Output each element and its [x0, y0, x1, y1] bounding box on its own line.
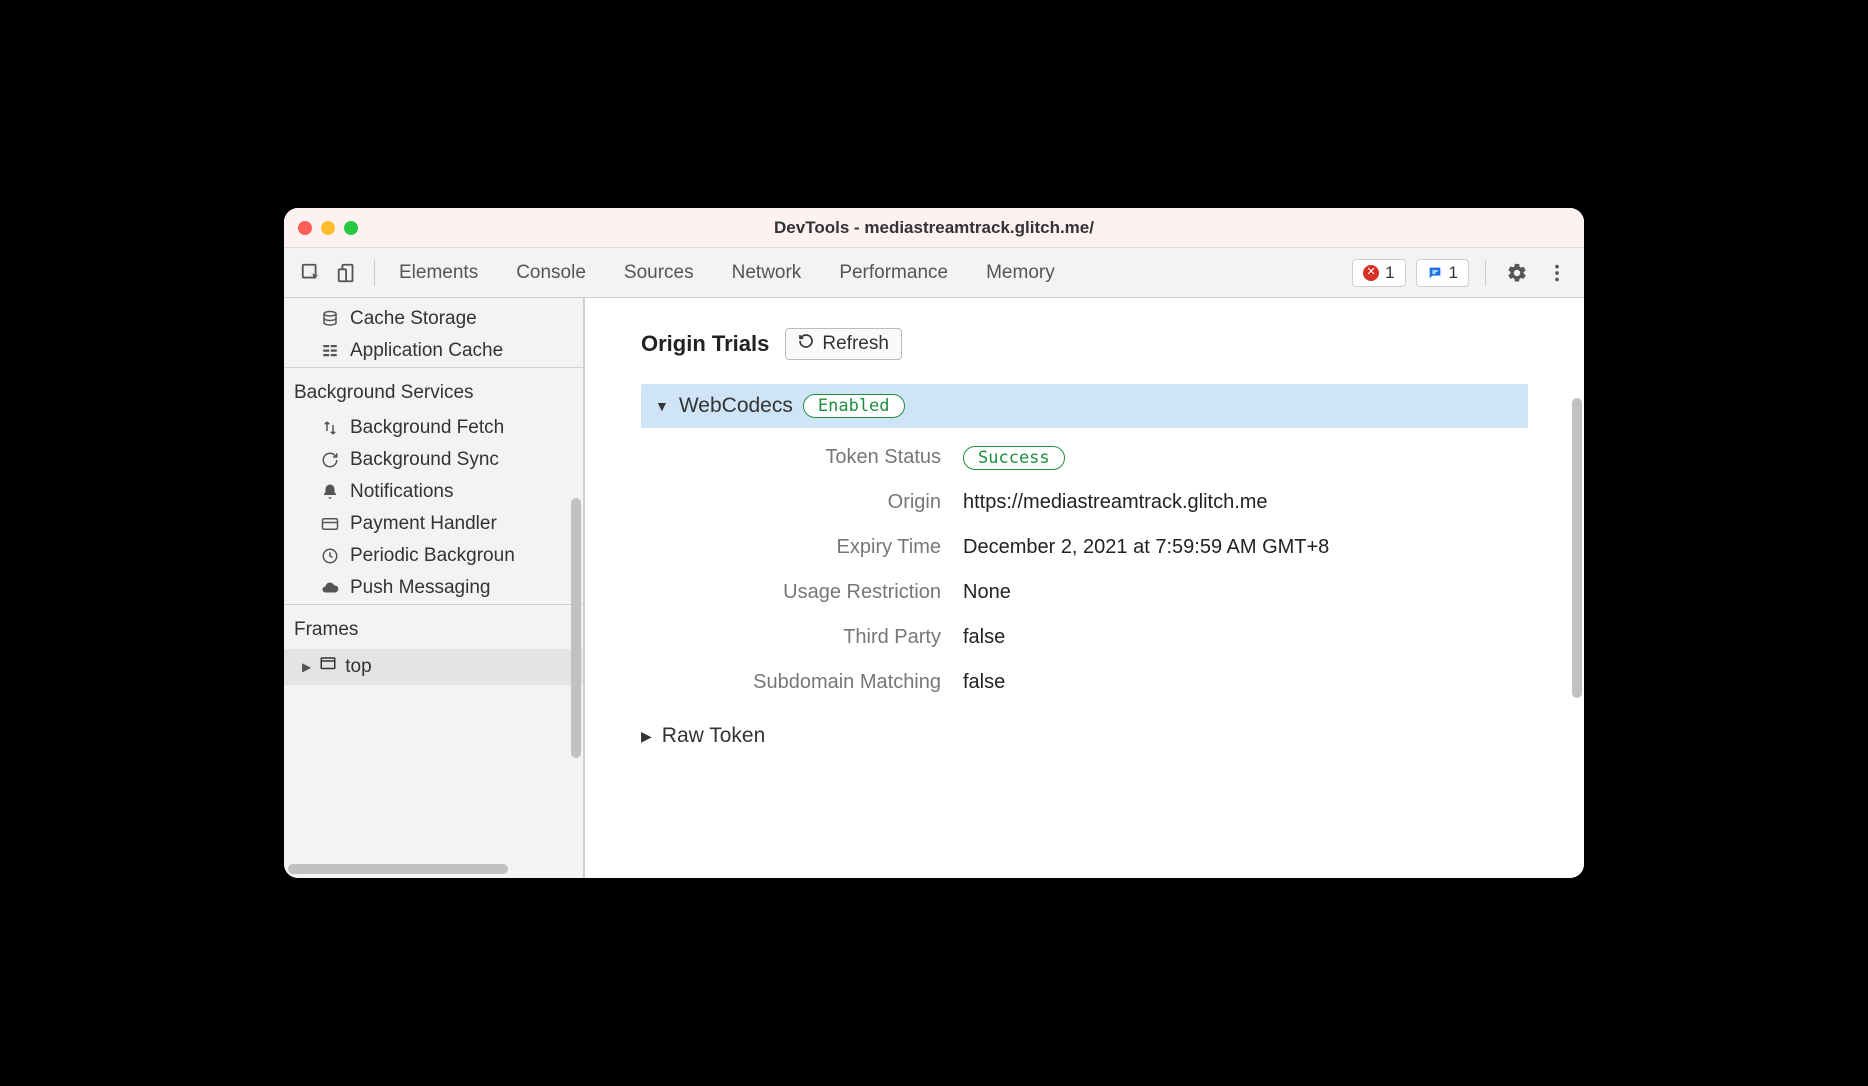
value-subdomain-matching: false	[963, 671, 1528, 694]
raw-token-row[interactable]: ▶ Raw Token	[641, 724, 1528, 748]
section-header: Origin Trials Refresh	[641, 328, 1528, 360]
label-third-party: Third Party	[651, 626, 941, 649]
refresh-button[interactable]: Refresh	[785, 328, 902, 360]
refresh-icon	[798, 333, 814, 355]
credit-card-icon	[320, 514, 340, 534]
toolbar-right: ✕ 1 1	[1352, 258, 1572, 288]
frame-icon	[319, 655, 337, 679]
token-status-badge: Success	[963, 446, 1065, 470]
value-token-status: Success	[963, 446, 1528, 469]
tab-sources[interactable]: Sources	[622, 252, 696, 294]
sidebar-item-label: Background Sync	[350, 449, 499, 471]
trial-name: WebCodecs	[679, 394, 793, 418]
sync-icon	[320, 450, 340, 470]
sidebar-item-label: top	[345, 656, 371, 678]
refresh-label: Refresh	[822, 333, 889, 355]
errors-counter[interactable]: ✕ 1	[1352, 259, 1405, 287]
grid-icon	[320, 341, 340, 361]
sidebar-group-frames: Frames ▶ top	[284, 604, 583, 685]
raw-token-label: Raw Token	[662, 724, 766, 748]
bell-icon	[320, 482, 340, 502]
sidebar-horizontal-scrollbar[interactable]	[288, 864, 508, 874]
value-third-party: false	[963, 626, 1528, 649]
trial-row-webcodecs[interactable]: ▼ WebCodecs Enabled	[641, 384, 1528, 428]
panel-tabs: Elements Console Sources Network Perform…	[397, 252, 1057, 294]
window-title: DevTools - mediastreamtrack.glitch.me/	[284, 218, 1584, 238]
minimize-window-button[interactable]	[321, 221, 335, 235]
error-icon: ✕	[1363, 265, 1379, 281]
settings-icon[interactable]	[1502, 258, 1532, 288]
sidebar-item-background-sync[interactable]: Background Sync	[284, 444, 583, 476]
sidebar-heading-frames: Frames	[284, 604, 583, 649]
device-toolbar-icon[interactable]	[332, 258, 362, 288]
sidebar-heading-background-services: Background Services	[284, 367, 583, 412]
database-icon	[320, 309, 340, 329]
issues-counter[interactable]: 1	[1416, 259, 1469, 287]
sidebar-item-label: Application Cache	[350, 340, 503, 362]
label-token-status: Token Status	[651, 446, 941, 469]
tab-console[interactable]: Console	[514, 252, 588, 294]
toolbar-separator	[1485, 260, 1486, 286]
sidebar-item-periodic-background[interactable]: Periodic Backgroun	[284, 540, 583, 572]
sidebar-group-cache: Cache Storage Application Cache	[284, 298, 583, 367]
main-scrollbar-thumb[interactable]	[1572, 398, 1582, 698]
tab-performance[interactable]: Performance	[837, 252, 950, 294]
sidebar-item-payment-handler[interactable]: Payment Handler	[284, 508, 583, 540]
sidebar-item-frame-top[interactable]: ▶ top	[284, 649, 583, 685]
toolbar-separator	[374, 260, 375, 286]
close-window-button[interactable]	[298, 221, 312, 235]
content-area: Cache Storage Application Cache Backgrou…	[284, 298, 1584, 878]
inspect-element-icon[interactable]	[296, 258, 326, 288]
trial-details-grid: Token Status Success Origin https://medi…	[651, 446, 1528, 694]
issues-count: 1	[1449, 263, 1458, 283]
devtools-window: DevTools - mediastreamtrack.glitch.me/ E…	[284, 208, 1584, 878]
label-expiry: Expiry Time	[651, 536, 941, 559]
sidebar-item-application-cache[interactable]: Application Cache	[284, 335, 583, 367]
tab-memory[interactable]: Memory	[984, 252, 1057, 294]
main-panel: Origin Trials Refresh ▼ WebCodecs Enable…	[584, 298, 1584, 878]
value-origin: https://mediastreamtrack.glitch.me	[963, 491, 1528, 514]
label-subdomain-matching: Subdomain Matching	[651, 671, 941, 694]
errors-count: 1	[1385, 263, 1394, 283]
clock-icon	[320, 546, 340, 566]
sidebar-item-label: Background Fetch	[350, 417, 504, 439]
sidebar-group-background-services: Background Services Background Fetch Bac…	[284, 367, 583, 604]
sidebar-item-label: Periodic Backgroun	[350, 545, 515, 567]
traffic-lights	[298, 221, 358, 235]
sidebar-scrollbar-thumb[interactable]	[571, 498, 581, 758]
chevron-right-icon: ▶	[302, 660, 311, 674]
cloud-icon	[320, 578, 340, 598]
value-expiry: December 2, 2021 at 7:59:59 AM GMT+8	[963, 536, 1528, 559]
chevron-right-icon: ▶	[641, 728, 652, 745]
sidebar-item-notifications[interactable]: Notifications	[284, 476, 583, 508]
section-title: Origin Trials	[641, 331, 769, 357]
sidebar-item-cache-storage[interactable]: Cache Storage	[284, 298, 583, 335]
label-usage-restriction: Usage Restriction	[651, 581, 941, 604]
sidebar-item-label: Notifications	[350, 481, 454, 503]
label-origin: Origin	[651, 491, 941, 514]
application-sidebar: Cache Storage Application Cache Backgrou…	[284, 298, 584, 878]
value-usage-restriction: None	[963, 581, 1528, 604]
chevron-down-icon: ▼	[655, 398, 669, 414]
transfer-icon	[320, 418, 340, 438]
sidebar-item-label: Push Messaging	[350, 577, 490, 599]
main-toolbar: Elements Console Sources Network Perform…	[284, 248, 1584, 298]
tab-network[interactable]: Network	[730, 252, 804, 294]
sidebar-item-push-messaging[interactable]: Push Messaging	[284, 572, 583, 604]
issue-icon	[1427, 265, 1443, 281]
more-menu-icon[interactable]	[1542, 258, 1572, 288]
sidebar-item-label: Payment Handler	[350, 513, 497, 535]
sidebar-item-background-fetch[interactable]: Background Fetch	[284, 412, 583, 444]
tab-elements[interactable]: Elements	[397, 252, 480, 294]
sidebar-item-label: Cache Storage	[350, 308, 477, 330]
zoom-window-button[interactable]	[344, 221, 358, 235]
sidebar-scrollbar[interactable]	[571, 498, 581, 798]
trial-status-badge: Enabled	[803, 394, 905, 418]
titlebar: DevTools - mediastreamtrack.glitch.me/	[284, 208, 1584, 248]
